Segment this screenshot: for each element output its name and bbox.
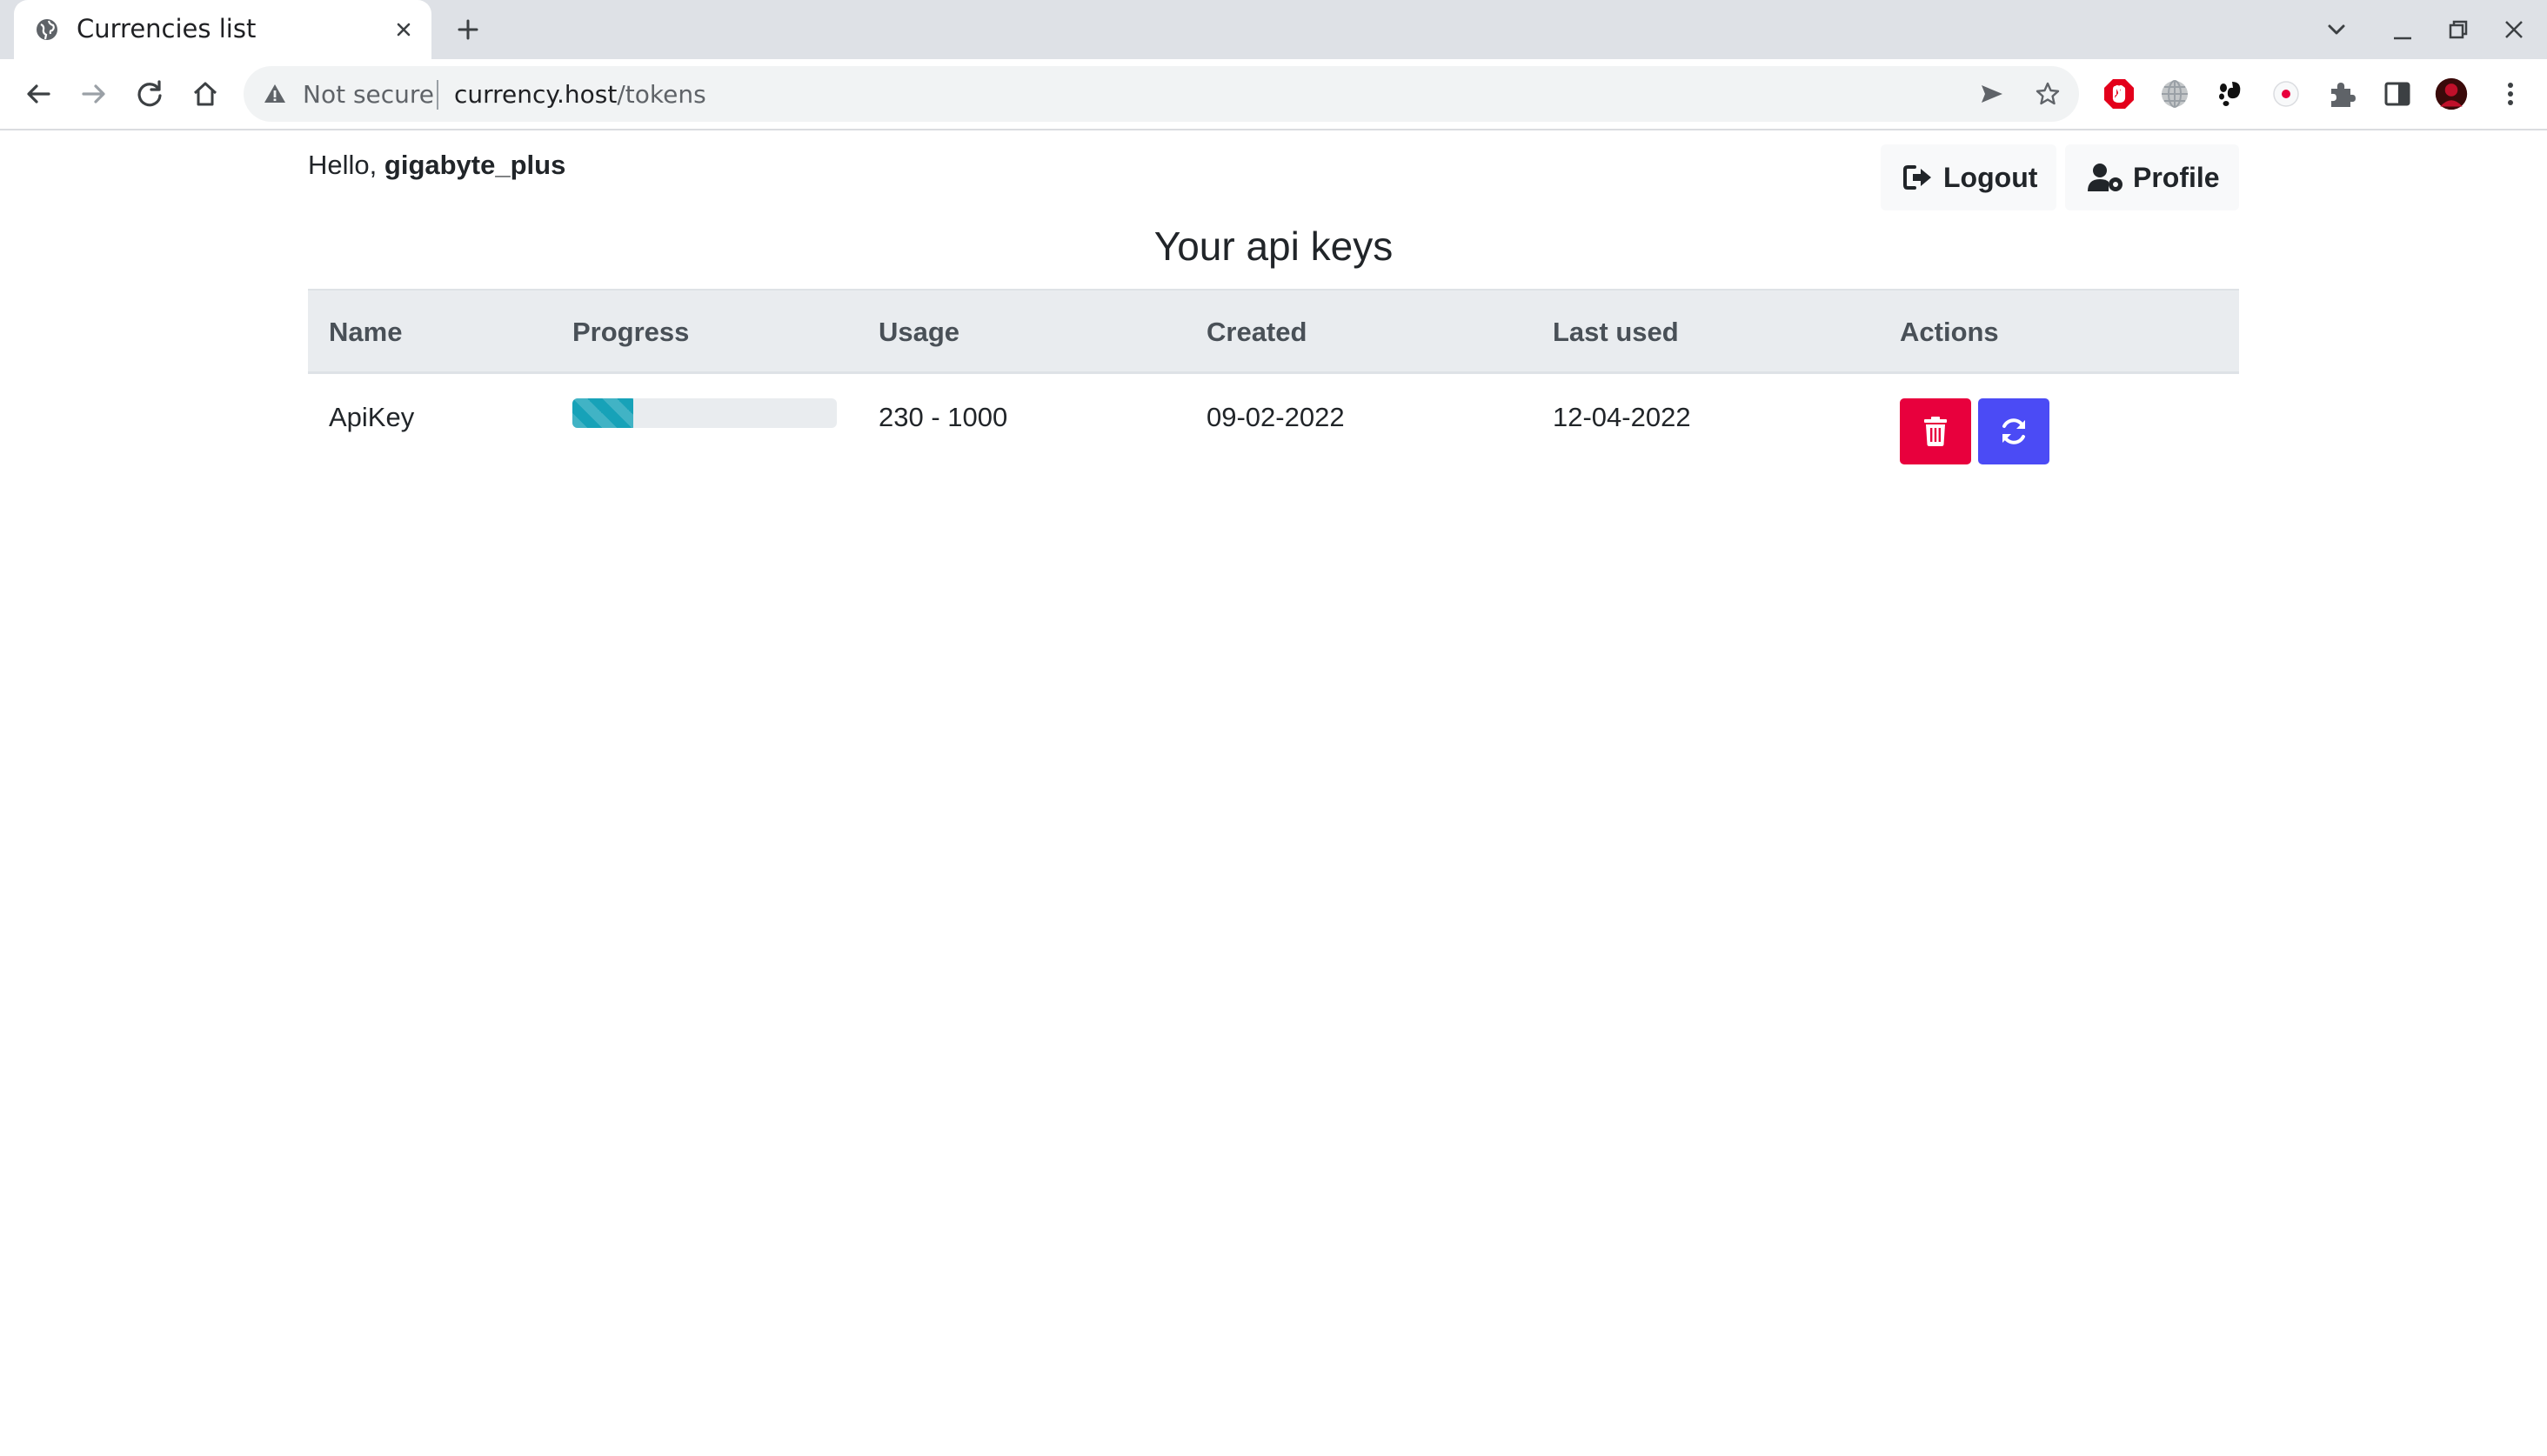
logout-button[interactable]: Logout bbox=[1881, 144, 2056, 210]
column-header-progress: Progress bbox=[572, 317, 690, 347]
greeting: Hello, gigabyte_plus bbox=[308, 150, 565, 181]
url-path: /tokens bbox=[617, 80, 706, 109]
usage-progress bbox=[572, 398, 837, 428]
sync-icon bbox=[2002, 418, 2025, 444]
column-header-name: Name bbox=[329, 317, 403, 347]
back-icon[interactable] bbox=[21, 77, 56, 111]
omnibox-divider bbox=[437, 80, 438, 110]
browser-chrome: Currencies list Not secure currency.host… bbox=[0, 0, 2547, 130]
column-header-usage: Usage bbox=[879, 317, 960, 347]
reload-icon[interactable] bbox=[132, 77, 167, 111]
url-text[interactable]: currency.host/tokens bbox=[454, 80, 706, 109]
logout-label: Logout bbox=[1943, 161, 2038, 193]
tab-search-chevron-icon[interactable] bbox=[2323, 16, 2350, 43]
warning-icon[interactable] bbox=[263, 82, 287, 106]
key-created: 09-02-2022 bbox=[1207, 402, 1345, 432]
gnome-extension-icon[interactable] bbox=[2213, 77, 2248, 111]
profile-label: Profile bbox=[2133, 161, 2220, 193]
record-extension-icon[interactable] bbox=[2269, 77, 2303, 111]
column-header-created: Created bbox=[1207, 317, 1307, 347]
tab-strip: Currencies list bbox=[0, 0, 2547, 59]
url-host: currency.host bbox=[454, 80, 618, 109]
globe-extension-icon[interactable] bbox=[2157, 77, 2192, 111]
home-icon[interactable] bbox=[188, 77, 223, 111]
key-usage: 230 - 1000 bbox=[879, 402, 1008, 432]
refresh-key-button[interactable] bbox=[1978, 398, 2049, 464]
column-header-last-used: Last used bbox=[1553, 317, 1679, 347]
table-header: Name Progress Usage Created Last used Ac… bbox=[308, 289, 2239, 374]
browser-tab[interactable]: Currencies list bbox=[14, 0, 431, 59]
adblock-extension-icon[interactable] bbox=[2102, 77, 2136, 111]
menu-kebab-icon[interactable] bbox=[2493, 77, 2528, 111]
key-last-used: 12-04-2022 bbox=[1553, 402, 1691, 432]
column-header-actions: Actions bbox=[1900, 317, 1999, 347]
side-panel-icon[interactable] bbox=[2380, 77, 2415, 111]
delete-key-button[interactable] bbox=[1900, 398, 1971, 464]
user-cog-icon bbox=[2088, 164, 2122, 191]
close-window-icon[interactable] bbox=[2500, 16, 2528, 43]
page-content: Hello, gigabyte_plus Logout Profile Your… bbox=[0, 130, 2547, 1456]
minimize-icon[interactable] bbox=[2389, 16, 2417, 43]
star-icon[interactable] bbox=[2034, 80, 2062, 108]
forward-icon[interactable] bbox=[77, 77, 111, 111]
restore-icon[interactable] bbox=[2444, 16, 2472, 43]
new-tab-icon[interactable] bbox=[454, 16, 482, 43]
tab-title: Currencies list bbox=[77, 14, 257, 43]
globe-icon bbox=[37, 19, 57, 40]
trash-icon bbox=[1924, 417, 1947, 446]
profile-button[interactable]: Profile bbox=[2065, 144, 2239, 210]
close-icon[interactable] bbox=[391, 17, 416, 42]
security-label[interactable]: Not secure bbox=[303, 80, 434, 109]
avatar[interactable] bbox=[2434, 77, 2469, 111]
usage-progress-fill bbox=[572, 398, 633, 428]
greeting-text: Hello, bbox=[308, 150, 378, 180]
puzzle-icon[interactable] bbox=[2324, 77, 2359, 111]
key-name: ApiKey bbox=[329, 402, 415, 432]
address-bar[interactable]: Not secure currency.host/tokens bbox=[244, 66, 2079, 122]
sign-out-icon bbox=[1903, 165, 1931, 190]
username: gigabyte_plus bbox=[384, 150, 566, 180]
page-title: Your api keys bbox=[1153, 224, 1394, 269]
send-icon[interactable] bbox=[1978, 80, 2006, 108]
